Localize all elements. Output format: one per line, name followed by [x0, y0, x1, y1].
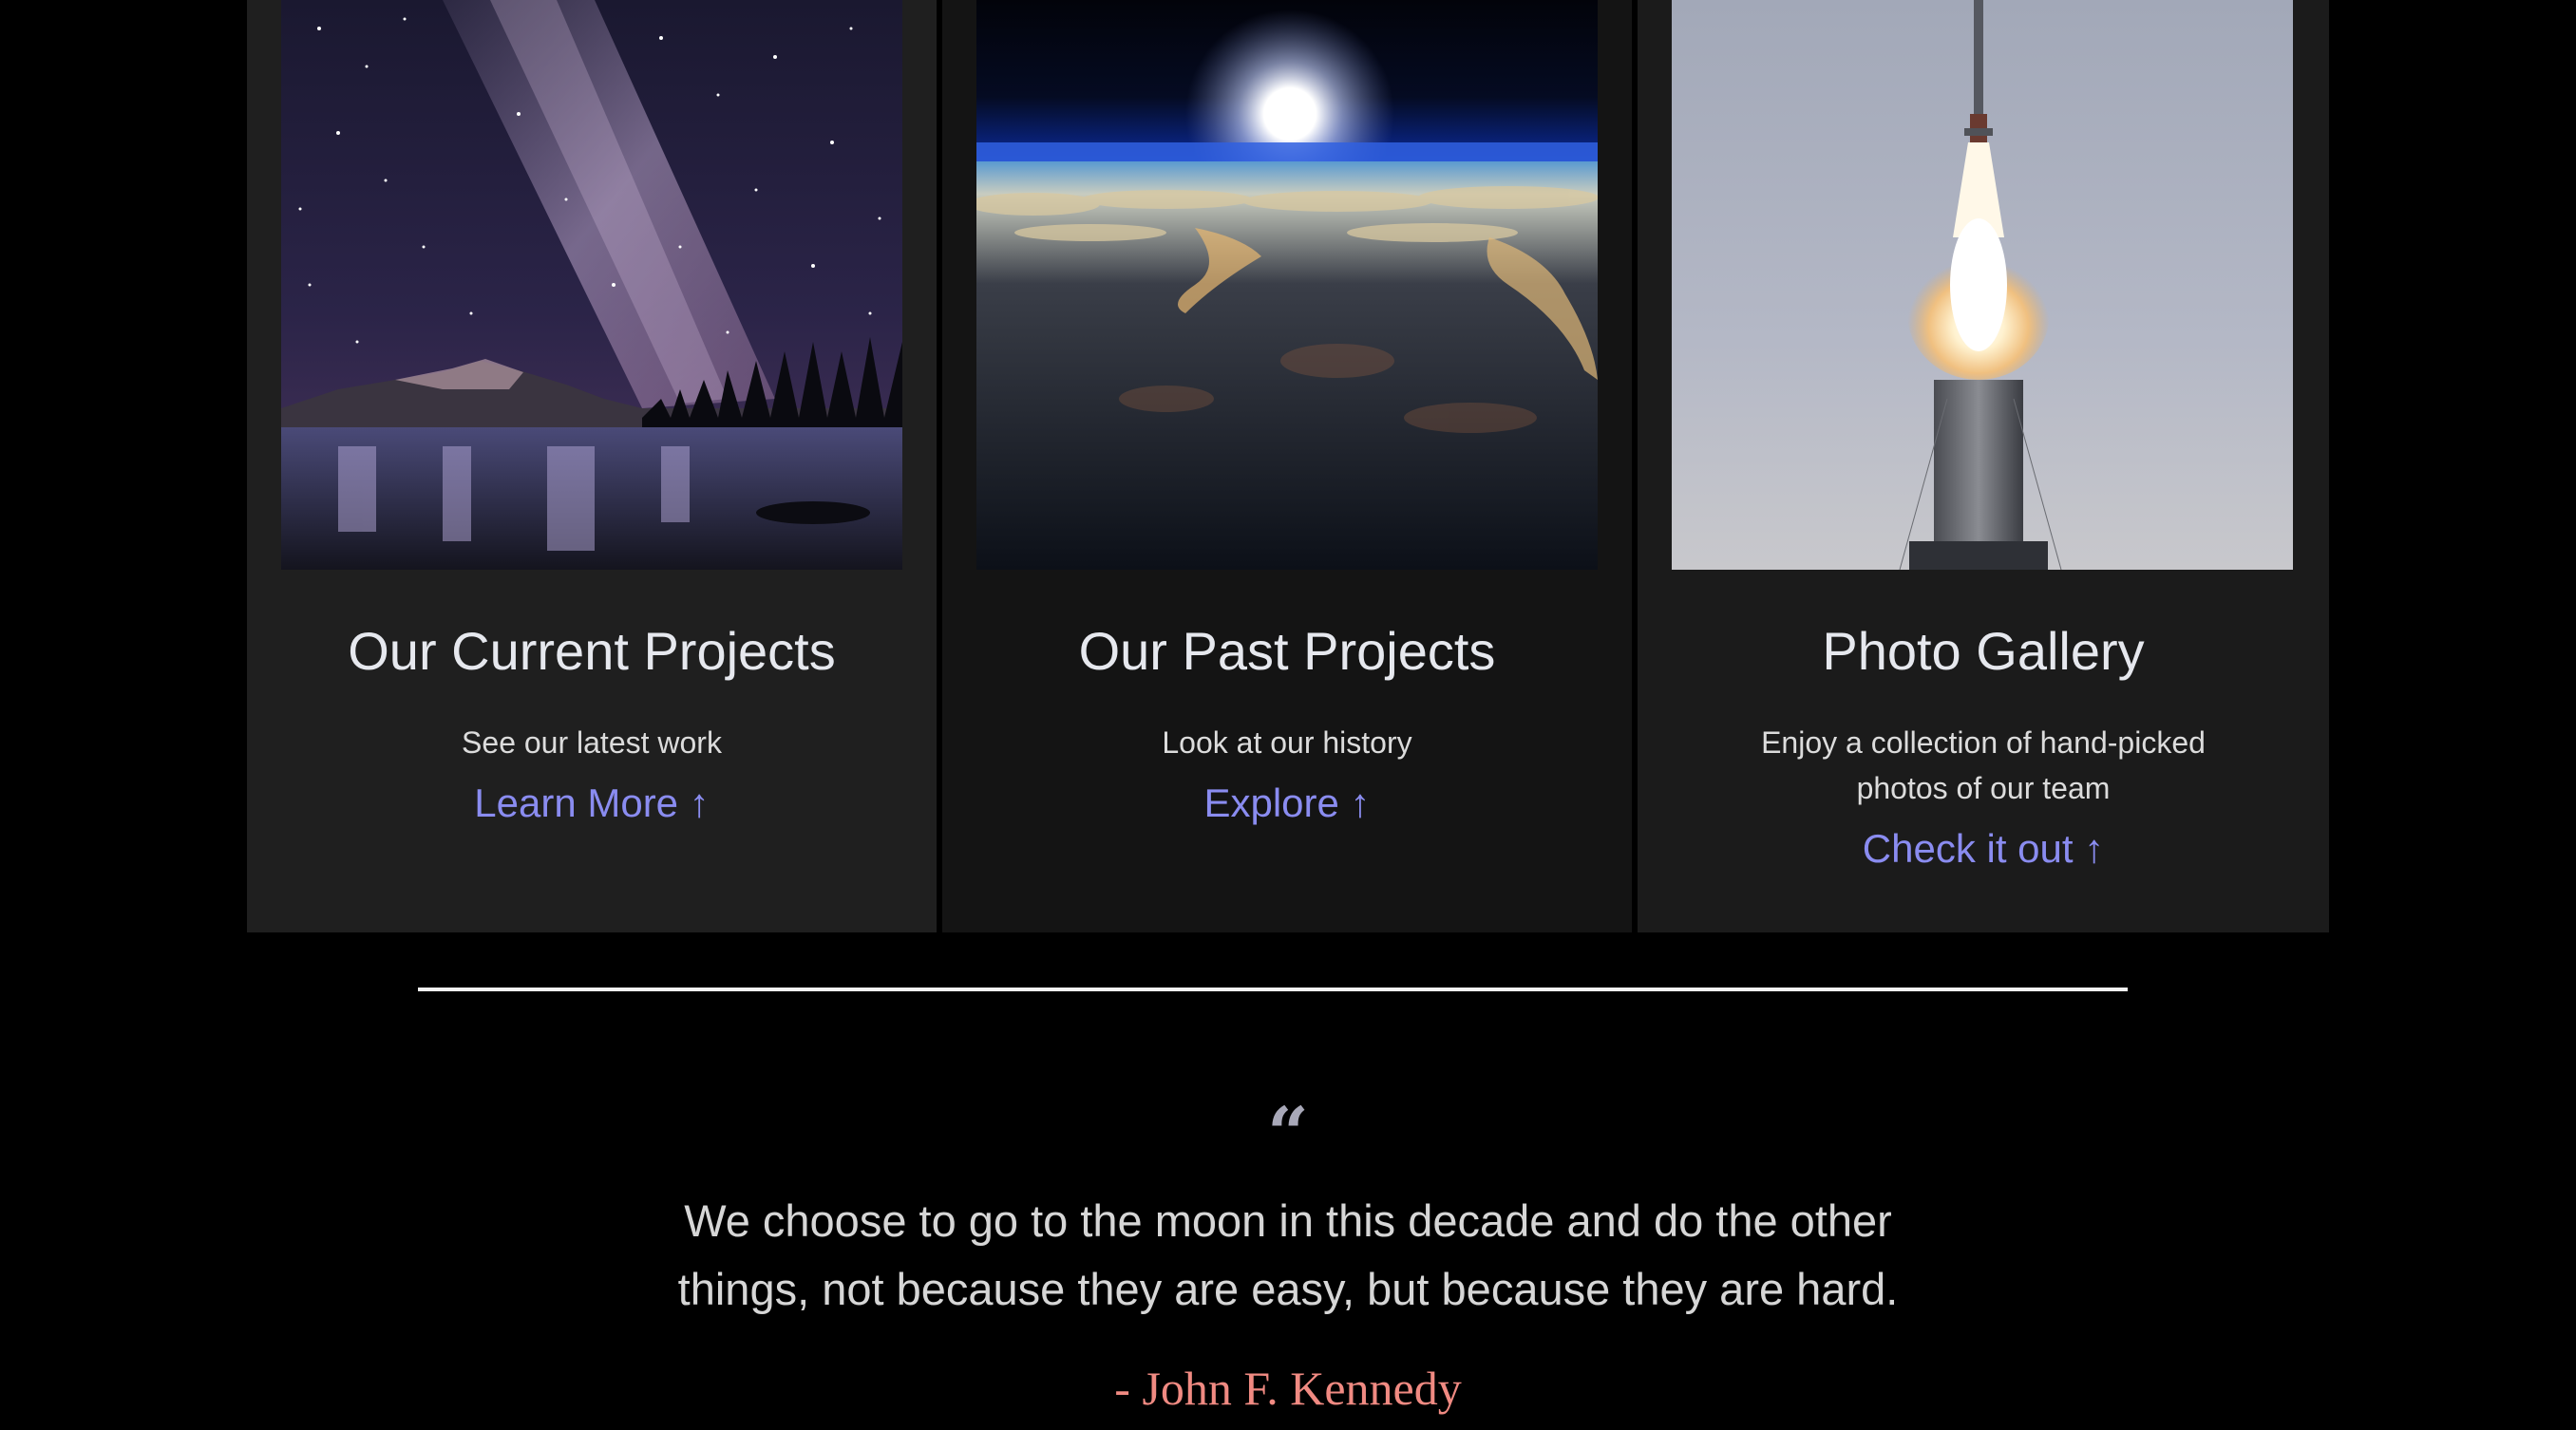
- page: Our Current Projects See our latest work…: [0, 0, 2576, 1430]
- card-description: Enjoy a collection of hand-picked photos…: [1761, 725, 2206, 805]
- card-past-projects: Our Past Projects Look at our history Ex…: [942, 0, 1632, 932]
- card-title: Our Current Projects: [348, 621, 836, 681]
- quote-mark-icon: “: [1267, 1091, 1309, 1176]
- rocket-launch-photo: [1672, 0, 2293, 570]
- card-photo-gallery: Photo Gallery Enjoy a collection of hand…: [1638, 0, 2329, 932]
- learn-more-link[interactable]: Learn More ↑: [247, 777, 937, 830]
- milky-way-photo: [281, 0, 902, 570]
- check-it-out-link[interactable]: Check it out ↑: [1638, 822, 2329, 875]
- project-cards: Our Current Projects See our latest work…: [247, 0, 2329, 932]
- earth-orbit-photo: [976, 0, 1598, 570]
- card-description: See our latest work: [462, 725, 722, 760]
- section-divider: [418, 988, 2128, 991]
- quote-author: - John F. Kennedy: [1114, 1362, 1462, 1415]
- card-current-projects: Our Current Projects See our latest work…: [247, 0, 937, 932]
- card-description: Look at our history: [1162, 725, 1412, 760]
- card-title: Photo Gallery: [1822, 621, 2145, 681]
- explore-link[interactable]: Explore ↑: [942, 777, 1632, 830]
- quote-text: We choose to go to the moon in this deca…: [677, 1195, 1899, 1314]
- card-title: Our Past Projects: [1078, 621, 1496, 681]
